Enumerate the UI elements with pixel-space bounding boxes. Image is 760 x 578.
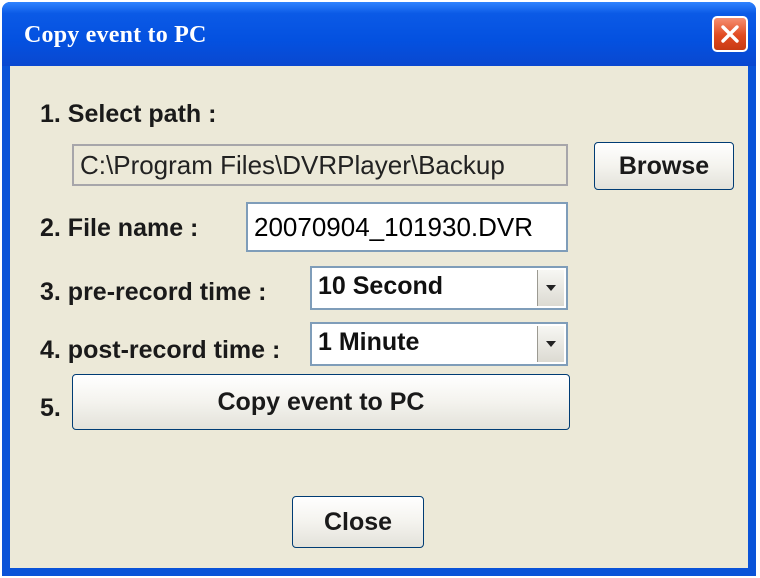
file-name-input[interactable]: 20070904_101930.DVR bbox=[246, 202, 568, 252]
close-button[interactable]: Close bbox=[292, 496, 424, 548]
pre-record-label: 3. pre-record time : bbox=[40, 278, 267, 306]
copy-event-button[interactable]: Copy event to PC bbox=[72, 374, 570, 430]
dialog-body: 1. Select path : C:\Program Files\DVRPla… bbox=[10, 66, 748, 568]
pre-record-select[interactable]: 10 Second bbox=[310, 266, 568, 310]
window-close-button[interactable] bbox=[712, 16, 748, 52]
chevron-down-icon[interactable] bbox=[537, 270, 564, 306]
window-title: Copy event to PC bbox=[24, 22, 207, 48]
select-path-label: 1. Select path : bbox=[40, 100, 217, 128]
close-icon bbox=[720, 24, 740, 44]
file-name-label: 2. File name : bbox=[40, 214, 199, 242]
post-record-label: 4. post-record time : bbox=[40, 336, 281, 364]
pre-record-value: 10 Second bbox=[318, 272, 444, 300]
browse-button[interactable]: Browse bbox=[594, 142, 734, 190]
dialog-window: Copy event to PC 1. Select path : C:\Pro… bbox=[2, 2, 756, 576]
post-record-select[interactable]: 1 Minute bbox=[310, 322, 568, 366]
chevron-down-icon[interactable] bbox=[537, 326, 564, 362]
step5-label: 5. bbox=[40, 394, 61, 422]
post-record-value: 1 Minute bbox=[318, 328, 420, 356]
title-bar[interactable]: Copy event to PC bbox=[2, 2, 756, 66]
path-field: C:\Program Files\DVRPlayer\Backup bbox=[72, 144, 568, 186]
